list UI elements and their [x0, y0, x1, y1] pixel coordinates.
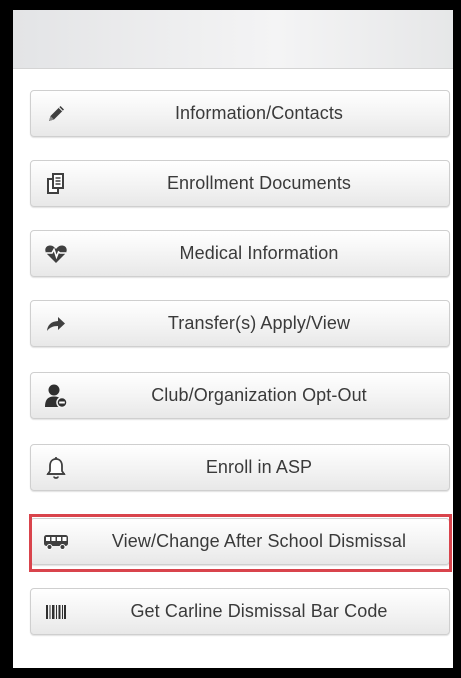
- documents-icon: [43, 171, 69, 197]
- view-change-after-school-dismissal-label: View/Change After School Dismissal: [111, 531, 407, 551]
- student-menu-panel: Information/Contacts Enrollment Document…: [13, 10, 453, 668]
- information-contacts-button[interactable]: Information/Contacts: [30, 90, 450, 137]
- club-organization-opt-out-button[interactable]: Club/Organization Opt-Out: [30, 372, 450, 419]
- share-arrow-icon: [43, 311, 69, 337]
- barcode-icon: [43, 599, 69, 625]
- view-change-after-school-dismissal-button[interactable]: View/Change After School Dismissal: [30, 518, 450, 565]
- screenshot-frame: Information/Contacts Enrollment Document…: [0, 0, 461, 678]
- information-contacts-label: Information/Contacts: [174, 103, 344, 123]
- bus-icon: [43, 529, 69, 555]
- heartbeat-icon: [43, 241, 69, 267]
- medical-information-button[interactable]: Medical Information: [30, 230, 450, 277]
- enroll-in-asp-label: Enroll in ASP: [205, 457, 313, 477]
- transfers-apply-view-button[interactable]: Transfer(s) Apply/View: [30, 300, 450, 347]
- enrollment-documents-label: Enrollment Documents: [166, 173, 352, 193]
- medical-information-label: Medical Information: [179, 243, 339, 263]
- club-organization-opt-out-label: Club/Organization Opt-Out: [151, 385, 367, 405]
- user-minus-icon: [43, 383, 69, 409]
- get-carline-dismissal-bar-code-label: Get Carline Dismissal Bar Code: [130, 601, 388, 621]
- enrollment-documents-button[interactable]: Enrollment Documents: [30, 160, 450, 207]
- get-carline-dismissal-bar-code-button[interactable]: Get Carline Dismissal Bar Code: [30, 588, 450, 635]
- transfers-apply-view-label: Transfer(s) Apply/View: [167, 313, 351, 333]
- student-options-menu: Information/Contacts Enrollment Document…: [13, 10, 453, 668]
- bell-icon: [43, 455, 69, 481]
- enroll-in-asp-button[interactable]: Enroll in ASP: [30, 444, 450, 491]
- pencil-icon: [43, 101, 69, 127]
